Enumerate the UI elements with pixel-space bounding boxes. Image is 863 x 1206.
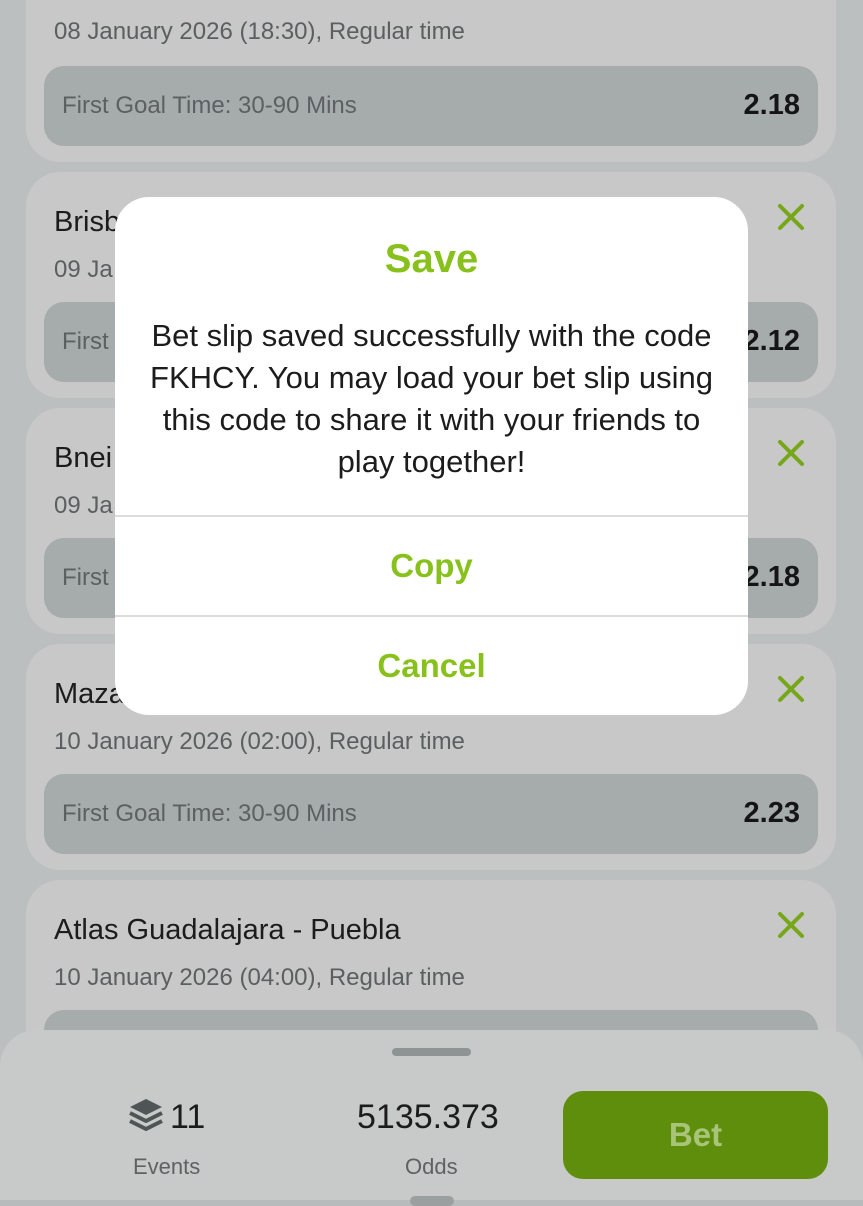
events-label: Events <box>133 1154 201 1179</box>
bet-button[interactable]: Bet <box>563 1091 828 1179</box>
market-odds: 2.18 <box>743 89 800 121</box>
total-odds-value: 5135.373 <box>357 1098 499 1136</box>
event-title: Brisb <box>54 206 121 238</box>
market-odds: 2.23 <box>743 797 800 829</box>
close-icon[interactable] <box>774 908 808 942</box>
event-meta: 08 January 2026 (18:30), Regular time <box>54 18 465 45</box>
event-meta: 10 January 2026 (02:00), Regular time <box>54 728 465 755</box>
scroll-indicator <box>410 1196 454 1206</box>
drag-handle[interactable] <box>392 1048 471 1056</box>
layers-icon <box>129 1099 163 1131</box>
market-label: First Goal Time: 30-90 Mins <box>62 92 357 119</box>
bet-card: 08 January 2026 (18:30), Regular time Fi… <box>26 0 836 162</box>
save-dialog: Save Bet slip saved successfully with th… <box>115 197 748 715</box>
market-row: First Goal Time: 30-90 Mins 2.23 <box>44 774 818 854</box>
events-count: 11 <box>170 1098 206 1136</box>
market-label: First Goal Time: 30-90 Mins <box>62 800 357 827</box>
bet-slip-screen: 08 January 2026 (18:30), Regular time Fi… <box>0 0 863 1206</box>
event-title: Bnei <box>54 442 113 474</box>
total-odds-label: Odds <box>405 1154 458 1179</box>
market-label: First <box>62 564 109 591</box>
market-label: First <box>62 328 109 355</box>
market-odds: 2.12 <box>743 325 800 357</box>
close-icon[interactable] <box>774 672 808 706</box>
market-row: First Goal Time: 30-90 Mins 2.18 <box>44 66 818 146</box>
event-meta: 09 Ja <box>54 256 113 283</box>
copy-button[interactable]: Copy <box>115 517 748 615</box>
dialog-title: Save <box>384 237 479 281</box>
event-meta: 10 January 2026 (04:00), Regular time <box>54 964 465 991</box>
close-icon[interactable] <box>774 200 808 234</box>
event-meta: 09 Ja <box>54 492 113 519</box>
event-title: Atlas Guadalajara - Puebla <box>54 914 401 946</box>
dialog-message: Bet slip saved successfully with the cod… <box>150 318 713 479</box>
cancel-button[interactable]: Cancel <box>115 617 748 715</box>
close-icon[interactable] <box>774 436 808 470</box>
bet-summary-panel: 11 Events 5135.373 Odds Bet <box>0 1030 863 1200</box>
market-odds: 2.18 <box>743 561 800 593</box>
